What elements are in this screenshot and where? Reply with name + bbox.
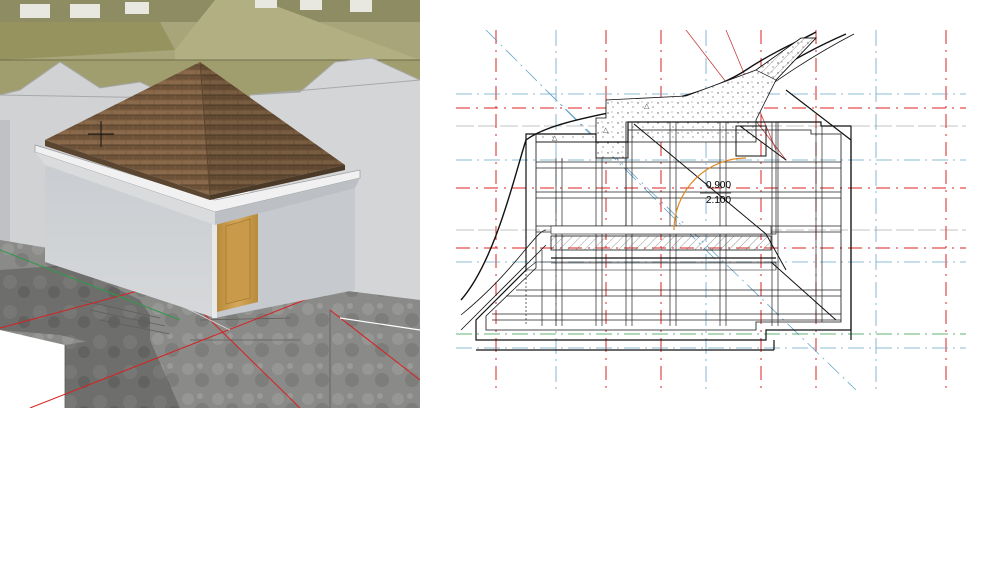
svg-text:△: △ [552,134,558,142]
structural-grid [492,121,841,326]
3d-viewport[interactable] [0,0,420,408]
hatched-beam [525,225,777,271]
reference-grid [456,30,966,390]
diagonal-bracing [633,123,837,321]
door-width-label: 0.900 [706,180,732,191]
curved-path [460,31,855,331]
svg-text:△: △ [644,102,650,110]
door-height-label: 2.100 [706,195,732,206]
plan-viewport[interactable]: △ △ △ 0.900 2.100 [456,30,966,390]
svg-text:△: △ [603,126,609,134]
floor-plan: △ △ △ [456,30,966,390]
3d-scene [0,0,420,408]
door-swing-arc [673,157,747,231]
